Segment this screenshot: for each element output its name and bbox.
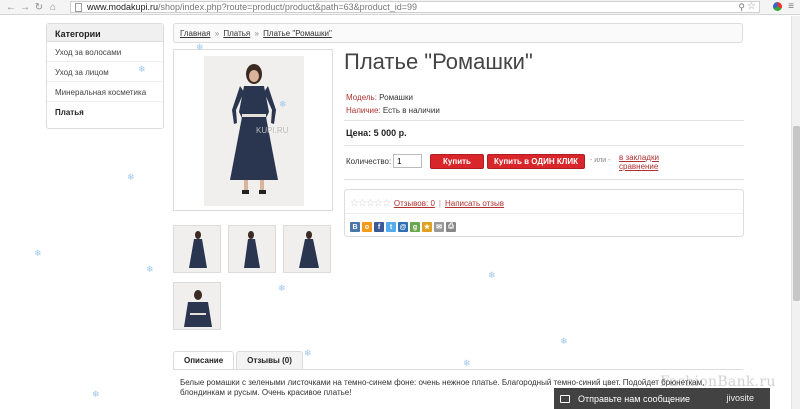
extension-icon[interactable] bbox=[773, 2, 783, 11]
star-icon: ☆ bbox=[357, 198, 367, 209]
google-icon[interactable]: g bbox=[410, 222, 420, 232]
product-price: Цена: 5 000 р. bbox=[346, 128, 407, 138]
tab-description[interactable]: Описание bbox=[173, 351, 235, 370]
page-scrollbar[interactable] bbox=[791, 16, 800, 409]
review-separator: | bbox=[438, 199, 441, 208]
model-label: Модель: bbox=[346, 93, 377, 102]
snowflake-icon: ❄ bbox=[146, 264, 154, 274]
product-thumbnail[interactable] bbox=[173, 282, 221, 330]
moimir-icon[interactable]: @ bbox=[398, 222, 408, 232]
breadcrumb: Главная » Платья » Платье "Ромашки" bbox=[173, 23, 743, 43]
chat-label: Отправьте нам сообщение bbox=[578, 393, 691, 404]
search-icon[interactable]: ⚲ bbox=[738, 2, 745, 13]
breadcrumb-separator: » bbox=[254, 29, 259, 38]
review-row: ☆☆☆☆☆ Отзывов: 0 | Написать отзыв bbox=[350, 198, 504, 209]
menu-icon[interactable]: ≡ bbox=[788, 1, 794, 12]
twitter-icon[interactable]: t bbox=[386, 222, 396, 232]
image-watermark: KUPI.RU bbox=[256, 126, 289, 135]
print-icon[interactable]: ⎙ bbox=[446, 222, 456, 232]
product-thumbnail[interactable] bbox=[173, 225, 221, 273]
reviews-count-link[interactable]: Отзывов: 0 bbox=[394, 199, 435, 208]
sidebar-item-mineral-cosmetics[interactable]: Минеральная косметика bbox=[47, 82, 163, 102]
breadcrumb-current[interactable]: Платье "Ромашки" bbox=[263, 29, 332, 38]
snowflake-icon: ❄ bbox=[279, 99, 287, 109]
browser-toolbar: ← → ↻ ⌂ www.modakupi.ru /shop/index.php?… bbox=[0, 0, 800, 15]
star-icon: ☆ bbox=[350, 198, 359, 209]
message-icon bbox=[560, 394, 570, 403]
snowflake-icon: ❄ bbox=[560, 336, 568, 346]
availability-line: Наличие: Есть в наличии bbox=[346, 106, 440, 115]
buy-button[interactable]: Купить bbox=[430, 154, 484, 169]
bookmark-link[interactable]: в закладки bbox=[619, 153, 659, 162]
snowflake-icon: ❄ bbox=[196, 42, 204, 52]
back-icon[interactable]: ← bbox=[4, 0, 18, 14]
snowflake-icon: ❄ bbox=[92, 389, 100, 399]
quantity-label: Количество: bbox=[346, 157, 392, 166]
sidebar-item-face-care[interactable]: Уход за лицом bbox=[47, 62, 163, 82]
tab-reviews[interactable]: Отзывы (0) bbox=[236, 351, 303, 370]
chat-brand: jivosite bbox=[726, 393, 754, 403]
buy-one-click-button[interactable]: Купить в ОДИН КЛИК bbox=[487, 154, 585, 169]
forward-icon[interactable]: → bbox=[18, 0, 32, 14]
sidebar-item-hair-care[interactable]: Уход за волосами bbox=[47, 42, 163, 62]
home-icon[interactable]: ⌂ bbox=[46, 0, 60, 14]
sidebar-title: Категории bbox=[47, 24, 163, 42]
snowflake-icon: ❄ bbox=[304, 348, 312, 358]
facebook-icon[interactable]: f bbox=[374, 222, 384, 232]
review-share-box: ☆☆☆☆☆ Отзывов: 0 | Написать отзыв Bo f t @ g… bbox=[344, 189, 744, 237]
snowflake-icon: ❄ bbox=[278, 283, 286, 293]
availability-value: Есть в наличии bbox=[382, 106, 440, 115]
snowflake-icon: ❄ bbox=[488, 270, 496, 280]
sidebar-item-dresses[interactable]: Платья bbox=[47, 102, 163, 122]
divider bbox=[344, 120, 744, 121]
quantity-input[interactable] bbox=[393, 154, 422, 168]
star-icon: ☆ bbox=[373, 198, 383, 209]
mail-icon[interactable]: ✉ bbox=[434, 222, 444, 232]
url-path: /shop/index.php?route=product/product&pa… bbox=[158, 2, 417, 12]
snowflake-icon: ❄ bbox=[463, 358, 471, 368]
category-sidebar: Категории Уход за волосами Уход за лицом… bbox=[46, 23, 164, 129]
odnoklassniki-icon[interactable]: o bbox=[362, 222, 372, 232]
breadcrumb-separator: » bbox=[214, 29, 220, 38]
rating-stars: ☆☆☆☆☆ bbox=[350, 198, 391, 209]
model-line: Модель: Ромашки bbox=[346, 93, 413, 102]
url-host: www.modakupi.ru bbox=[87, 2, 159, 12]
page-icon bbox=[75, 2, 82, 12]
reload-icon[interactable]: ↻ bbox=[32, 0, 46, 14]
product-side-links: в закладки сравнение bbox=[619, 153, 659, 171]
availability-label: Наличие: bbox=[346, 106, 381, 115]
divider bbox=[345, 213, 743, 214]
snowflake-icon: ❄ bbox=[138, 64, 146, 74]
model-value: Ромашки bbox=[379, 93, 413, 102]
divider bbox=[344, 179, 744, 180]
product-tabs: Описание Отзывы (0) bbox=[173, 351, 305, 370]
product-thumbnail[interactable] bbox=[283, 225, 331, 273]
livejournal-icon[interactable]: ★ bbox=[422, 222, 432, 232]
star-icon[interactable]: ☆ bbox=[747, 1, 756, 12]
tab-divider bbox=[173, 369, 743, 370]
vk-icon[interactable]: B bbox=[350, 222, 360, 232]
breadcrumb-home[interactable]: Главная bbox=[180, 29, 210, 38]
breadcrumb-category[interactable]: Платья bbox=[223, 29, 250, 38]
write-review-link[interactable]: Написать отзыв bbox=[445, 199, 504, 208]
product-title: Платье "Ромашки" bbox=[344, 49, 533, 74]
compare-link[interactable]: сравнение bbox=[619, 162, 659, 171]
or-label: - или - bbox=[590, 157, 611, 164]
snowflake-icon: ❄ bbox=[34, 248, 42, 258]
share-buttons: Bo f t @ g ★ ✉ ⎙ bbox=[350, 222, 456, 232]
product-thumbnail[interactable] bbox=[228, 225, 276, 273]
star-icon: ☆ bbox=[365, 198, 375, 209]
snowflake-icon: ❄ bbox=[127, 172, 135, 182]
address-bar[interactable]: www.modakupi.ru /shop/index.php?route=pr… bbox=[70, 1, 760, 13]
scrollbar-thumb[interactable] bbox=[793, 126, 800, 301]
divider bbox=[344, 145, 744, 146]
star-icon: ☆ bbox=[381, 198, 391, 209]
product-main-image[interactable]: KUPI.RU bbox=[173, 49, 333, 211]
